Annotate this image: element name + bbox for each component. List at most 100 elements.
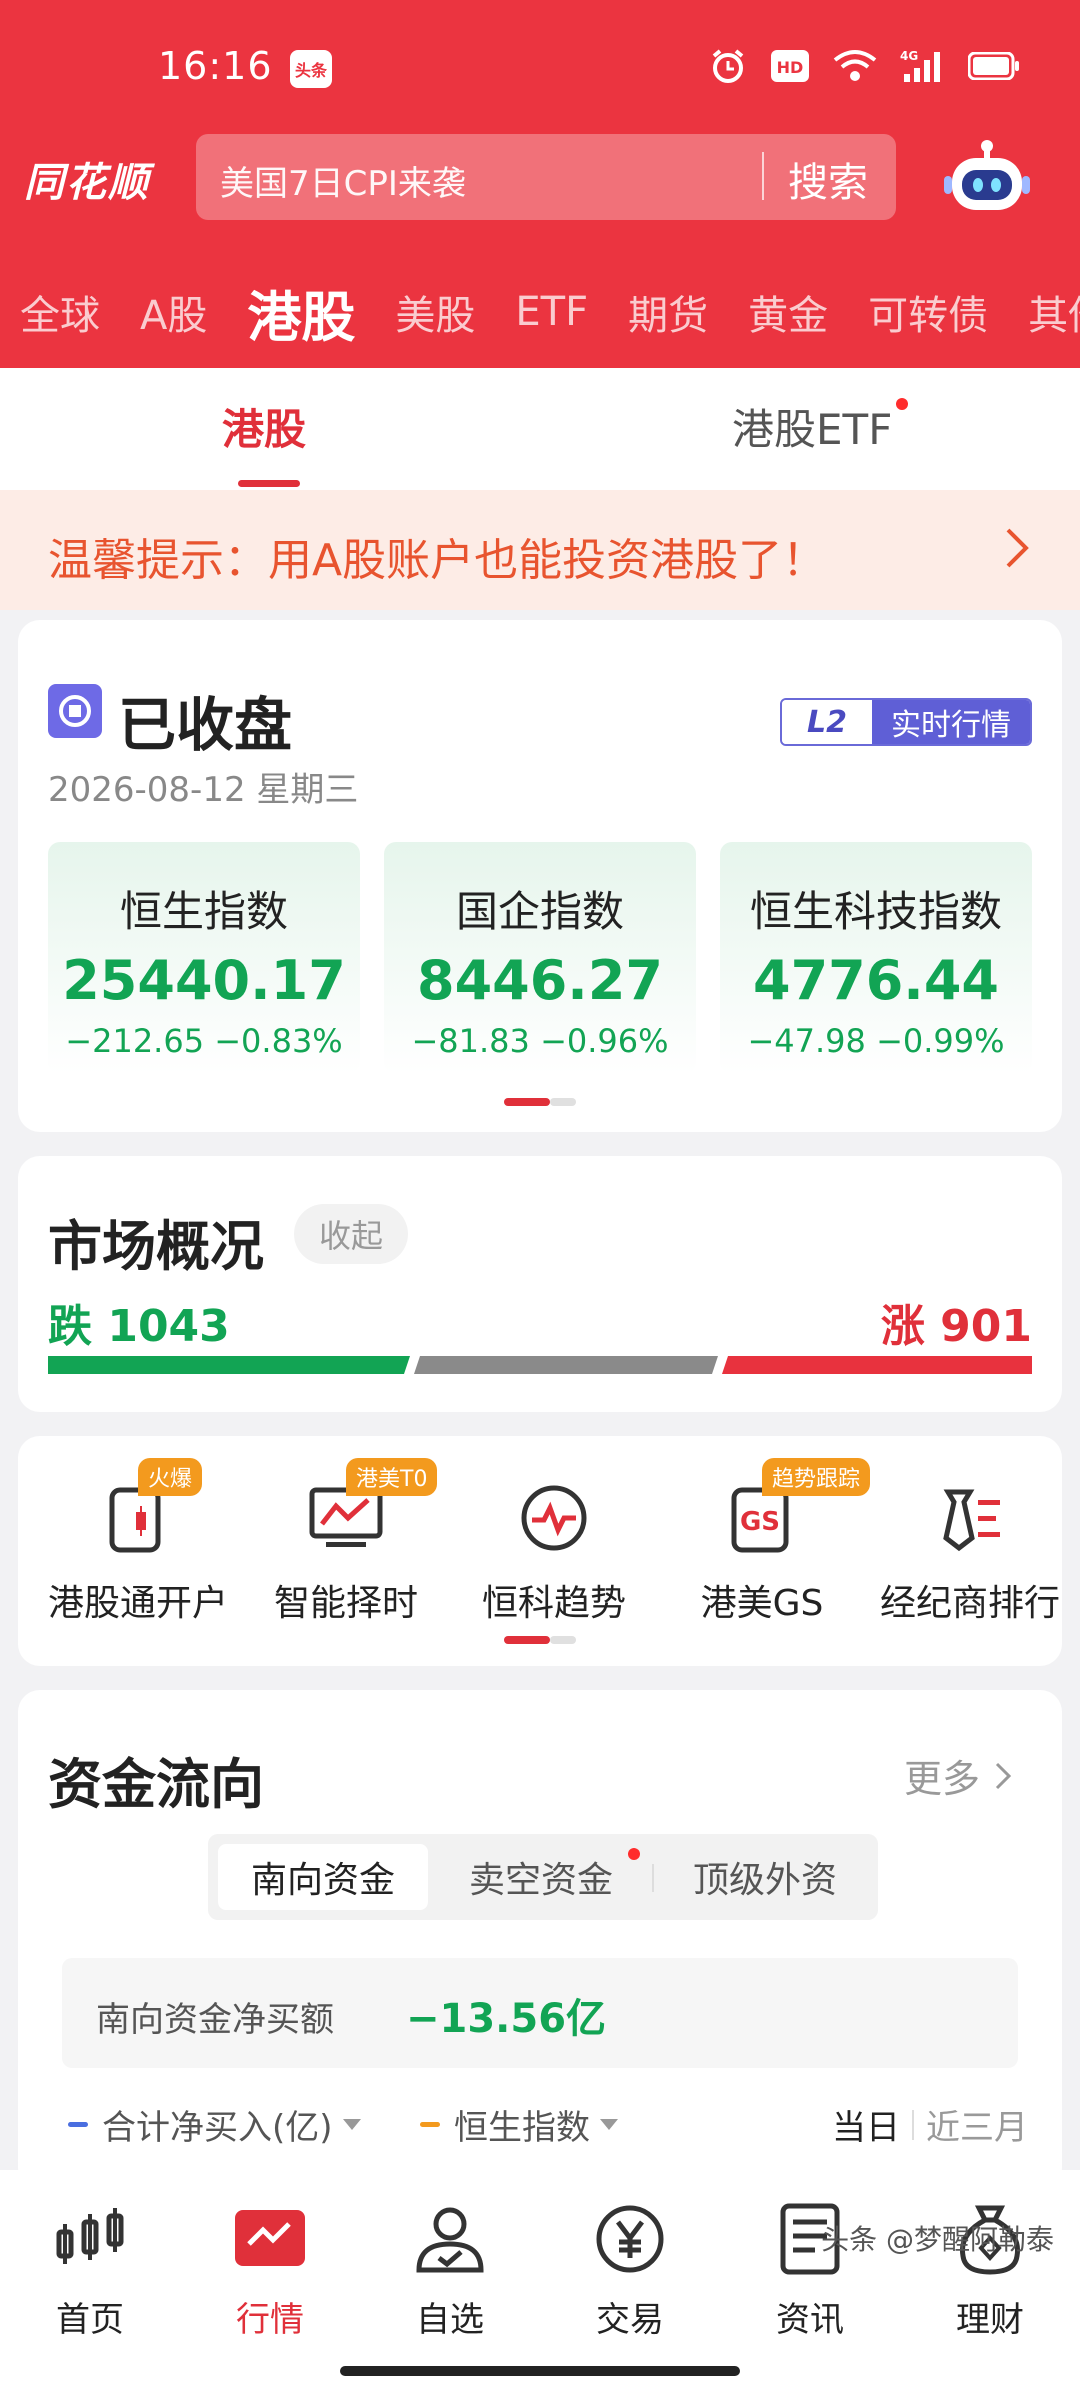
quick-action-gs[interactable]: GS 趋势跟踪 港美GS (662, 1458, 871, 1626)
rise-fall-bar (48, 1356, 1032, 1374)
rise-label: 涨 (880, 1301, 925, 1352)
ai-robot-icon[interactable] (944, 138, 1030, 218)
market-tab-futures[interactable]: 期货 (608, 283, 728, 341)
notification-dot (896, 398, 908, 410)
nav-trade[interactable]: 交易 (560, 2200, 700, 2341)
carousel-indicator (504, 1098, 576, 1106)
nav-label: 理财 (956, 2300, 1024, 2340)
segment-southbound[interactable]: 南向资金 (218, 1844, 428, 1910)
nav-market[interactable]: 行情 (200, 2200, 340, 2341)
tip-text[interactable]: 温馨提示：用A股账户也能投资港股了！ (48, 524, 826, 588)
yen-circle-icon (596, 2205, 664, 2273)
signal-4g-icon: 4G (900, 49, 940, 82)
index-tile-hsi[interactable]: 恒生指数 25440.17 −212.65 −0.83% (48, 842, 360, 1074)
wifi-icon (833, 50, 877, 81)
market-tab-hk[interactable]: 港股 (227, 273, 375, 352)
l2-label[interactable]: L2 (782, 700, 872, 744)
l2-realtime-badge[interactable]: L2 实时行情 (780, 698, 1032, 746)
quick-action-label: 港美GS (700, 1583, 824, 1624)
tab-hk-etf[interactable]: 港股ETF (732, 396, 892, 457)
candlestick-home-icon (56, 2208, 124, 2264)
rise-count: 901 (940, 1301, 1032, 1352)
app-header: 16:16 头条 HD 4G 同花顺 美国7日CPI来袭 搜索 全球 A股 港股… (0, 0, 1080, 368)
market-tab-global[interactable]: 全球 (0, 283, 120, 341)
net-buy-value: −13.56亿 (406, 1996, 607, 2042)
tag-t0: 港美T0 (346, 1458, 438, 1496)
market-tab-etf[interactable]: ETF (495, 289, 608, 335)
user-check-icon (416, 2207, 484, 2273)
legend-hsi[interactable]: 恒生指数 (420, 2100, 618, 2149)
search-placeholder[interactable]: 美国7日CPI来袭 (220, 156, 466, 205)
search-divider (762, 152, 764, 200)
notification-dot (628, 1848, 640, 1860)
market-chart-icon (235, 2210, 305, 2266)
quick-action-hstech-trend[interactable]: 恒科趋势 (454, 1476, 654, 1626)
index-change: −81.83 −0.96% (411, 1022, 669, 1060)
tag-trend: 趋势跟踪 (762, 1458, 871, 1496)
tip-banner[interactable]: 温馨提示：用A股账户也能投资港股了！ (0, 490, 1080, 610)
market-tab-gold[interactable]: 黄金 (728, 283, 848, 341)
index-tile-hscei[interactable]: 国企指数 8446.27 −81.83 −0.96% (384, 842, 696, 1074)
status-icons: HD 4G (708, 46, 1020, 86)
market-tab-other[interactable]: 其他 (1008, 283, 1080, 341)
quick-action-hk-account[interactable]: 火爆 港股通开户 (38, 1458, 238, 1626)
market-tab-a-share[interactable]: A股 (120, 283, 227, 341)
index-card: 已收盘 L2 实时行情 2026-08-12 星期三 恒生指数 25440.17… (18, 620, 1062, 1132)
app-logo[interactable]: 同花顺 (24, 150, 150, 208)
rise-bar-segment (722, 1356, 1032, 1374)
more-link[interactable]: 更多 (904, 1748, 1012, 1803)
nav-home[interactable]: 首页 (20, 2200, 160, 2341)
collapse-button[interactable]: 收起 (294, 1204, 408, 1264)
market-tab-convertible[interactable]: 可转债 (848, 283, 1008, 341)
capital-flow-card: 资金流向 更多 南向资金 卖空资金 顶级外资 南向资金净买额 −13.56亿 合… (18, 1690, 1062, 2190)
home-indicator[interactable] (340, 2366, 740, 2376)
status-time: 16:16 (158, 44, 273, 88)
legend-label: 合计净买入(亿) (102, 2108, 333, 2148)
market-tabs: 全球 A股 港股 美股 ETF 期货 黄金 可转债 其他 (0, 272, 1080, 352)
capital-flow-title: 资金流向 (48, 1753, 264, 1816)
nav-label: 首页 (56, 2300, 124, 2340)
market-tab-us[interactable]: 美股 (375, 283, 495, 341)
chevron-right-icon[interactable] (994, 1761, 1012, 1791)
legend-net-buy[interactable]: 合计净买入(亿) (68, 2100, 361, 2149)
nav-label: 自选 (416, 2300, 484, 2340)
flat-bar-segment (414, 1356, 718, 1374)
quick-action-label: 港股通开户 (47, 1583, 228, 1624)
svg-text:GS: GS (740, 1507, 780, 1537)
market-overview-title: 市场概况 (48, 1215, 264, 1278)
range-three-months[interactable]: 近三月 (926, 2100, 1028, 2149)
segment-top-foreign[interactable]: 顶级外资 (660, 1844, 870, 1910)
toutiao-badge-icon: 头条 (290, 50, 332, 88)
more-label[interactable]: 更多 (904, 1748, 980, 1803)
nav-label: 交易 (596, 2300, 664, 2340)
segment-short-selling[interactable]: 卖空资金 (436, 1844, 646, 1910)
pulse-circle-icon (521, 1485, 587, 1551)
hd-icon: HD (771, 50, 809, 82)
quick-action-smart-timing[interactable]: 港美T0 智能择时 (246, 1458, 446, 1626)
market-overview-card: 市场概况 收起 跌 1043 涨 901 (18, 1156, 1062, 1412)
index-change: −47.98 −0.99% (747, 1022, 1005, 1060)
index-list: 恒生指数 25440.17 −212.65 −0.83% 国企指数 8446.2… (48, 842, 1032, 1074)
realtime-label[interactable]: 实时行情 (872, 700, 1030, 744)
chevron-right-icon[interactable] (1004, 526, 1030, 570)
fall-bar-segment (48, 1356, 410, 1374)
tie-list-icon (943, 1489, 1000, 1552)
alarm-icon (712, 49, 744, 83)
market-closed-icon (48, 684, 102, 738)
range-today[interactable]: 当日 (832, 2100, 900, 2149)
quick-action-label: 恒科趋势 (481, 1583, 626, 1624)
legend-swatch (420, 2122, 440, 2127)
nav-label: 行情 (236, 2300, 304, 2340)
net-buy-box: 南向资金净买额 −13.56亿 (62, 1958, 1018, 2068)
quick-action-broker-rank[interactable]: 经纪商排行 (870, 1476, 1070, 1626)
nav-watchlist[interactable]: 自选 (380, 2200, 520, 2341)
index-tile-hstech[interactable]: 恒生科技指数 4776.44 −47.98 −0.99% (720, 842, 1032, 1074)
tab-hk-stocks[interactable]: 港股 (222, 396, 306, 457)
search-button[interactable]: 搜索 (788, 150, 868, 208)
fall-count: 1043 (107, 1301, 230, 1352)
index-name: 国企指数 (455, 887, 624, 936)
battery-icon (968, 52, 1019, 80)
svg-text:4G: 4G (900, 49, 918, 63)
search-box[interactable]: 美国7日CPI来袭 搜索 (196, 134, 896, 220)
sub-tabs: 港股 港股ETF (0, 368, 1080, 490)
